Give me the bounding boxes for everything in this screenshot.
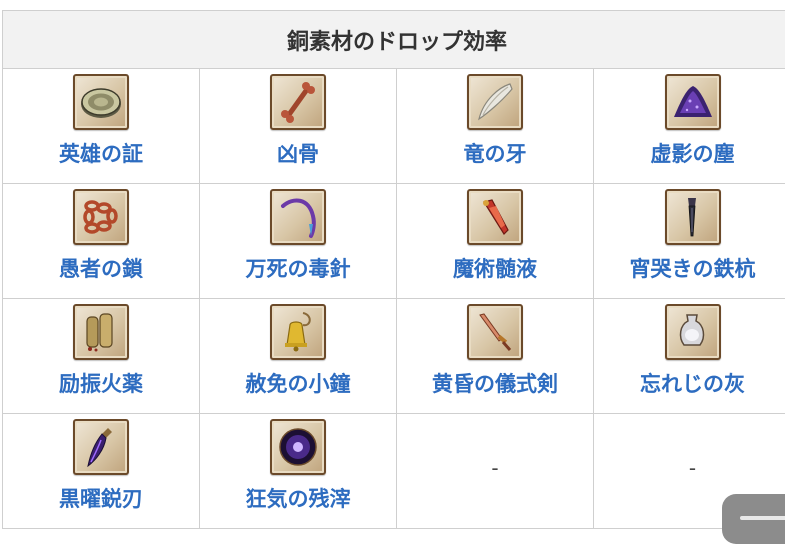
empty-placeholder: - xyxy=(594,414,785,480)
item-link[interactable]: 虚影の塵 xyxy=(651,138,735,168)
empty-cell: - xyxy=(397,414,594,529)
item-cell: 宵哭きの鉄杭 xyxy=(594,184,785,299)
needle-icon[interactable] xyxy=(270,189,326,245)
dagger-icon[interactable] xyxy=(467,304,523,360)
material-drop-table: 銅素材のドロップ効率 英雄の証 凶骨 竜の牙 虚影の塵 xyxy=(2,10,785,529)
table-row: 愚者の鎖 万死の毒針 魔術髄液 宵哭きの鉄杭 xyxy=(3,184,785,299)
item-cell: 愚者の鎖 xyxy=(3,184,200,299)
vial-icon[interactable] xyxy=(467,189,523,245)
gunpowder-icon[interactable] xyxy=(73,304,129,360)
chain-icon[interactable] xyxy=(73,189,129,245)
obsidian-blade-icon[interactable] xyxy=(73,419,129,475)
item-cell: 万死の毒針 xyxy=(200,184,397,299)
item-link[interactable]: 励振火薬 xyxy=(59,368,143,398)
item-cell: 魔術髄液 xyxy=(397,184,594,299)
item-cell: 竜の牙 xyxy=(397,69,594,184)
item-link[interactable]: 黒曜鋭刃 xyxy=(59,483,143,513)
orb-icon[interactable] xyxy=(270,419,326,475)
item-link[interactable]: 竜の牙 xyxy=(464,138,527,168)
item-link[interactable]: 愚者の鎖 xyxy=(59,253,143,283)
fang-icon[interactable] xyxy=(467,74,523,130)
urn-icon[interactable] xyxy=(665,304,721,360)
bell-icon[interactable] xyxy=(270,304,326,360)
item-link[interactable]: 宵哭きの鉄杭 xyxy=(630,253,756,283)
item-link[interactable]: 万死の毒針 xyxy=(246,253,351,283)
item-cell: 凶骨 xyxy=(200,69,397,184)
item-cell: 赦免の小鐘 xyxy=(200,299,397,414)
medal-icon[interactable] xyxy=(73,74,129,130)
item-link[interactable]: 黄昏の儀式剣 xyxy=(432,368,558,398)
item-link[interactable]: 魔術髄液 xyxy=(453,253,537,283)
table-row: 英雄の証 凶骨 竜の牙 虚影の塵 xyxy=(3,69,785,184)
item-cell: 英雄の証 xyxy=(3,69,200,184)
dust-icon[interactable] xyxy=(665,74,721,130)
handle-bar xyxy=(740,516,785,520)
bone-icon[interactable] xyxy=(270,74,326,130)
table-row: 黒曜鋭刃 狂気の残滓 - - xyxy=(3,414,785,529)
item-link[interactable]: 狂気の残滓 xyxy=(246,483,351,513)
item-link[interactable]: 忘れじの灰 xyxy=(640,368,745,398)
scroll-handle-icon[interactable] xyxy=(722,494,785,544)
item-cell: 虚影の塵 xyxy=(594,69,785,184)
empty-placeholder: - xyxy=(397,414,593,480)
item-link[interactable]: 英雄の証 xyxy=(59,138,143,168)
item-cell: 黄昏の儀式剣 xyxy=(397,299,594,414)
item-link[interactable]: 赦免の小鐘 xyxy=(246,368,351,398)
item-cell: 励振火薬 xyxy=(3,299,200,414)
item-link[interactable]: 凶骨 xyxy=(277,138,319,168)
table-row: 励振火薬 赦免の小鐘 黄昏の儀式剣 忘れじの灰 xyxy=(3,299,785,414)
item-cell: 忘れじの灰 xyxy=(594,299,785,414)
item-cell: 黒曜鋭刃 xyxy=(3,414,200,529)
item-cell: 狂気の残滓 xyxy=(200,414,397,529)
table-title: 銅素材のドロップ効率 xyxy=(3,11,785,69)
stake-icon[interactable] xyxy=(665,189,721,245)
